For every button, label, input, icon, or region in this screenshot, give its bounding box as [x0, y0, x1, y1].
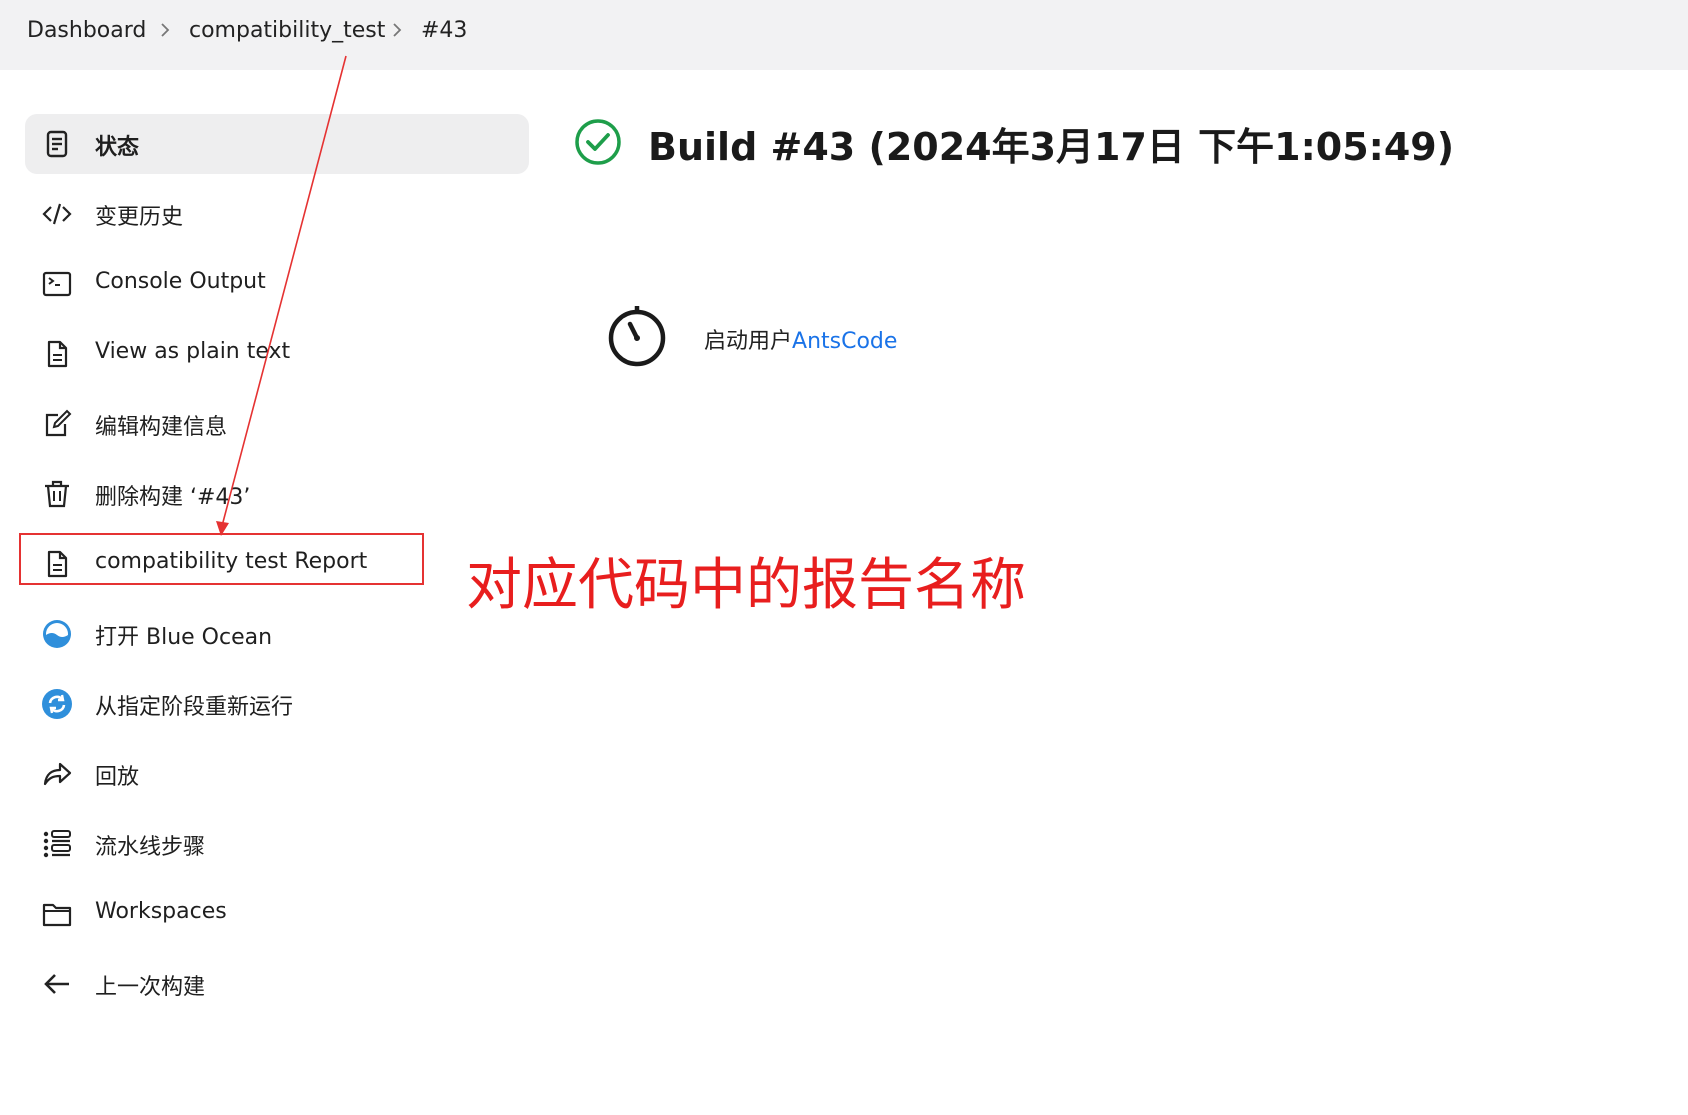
- document-icon: [46, 130, 68, 158]
- chevron-right-icon: [161, 23, 170, 37]
- breadcrumb-dashboard[interactable]: Dashboard: [27, 18, 146, 43]
- sidebar-item-label: 从指定阶段重新运行: [95, 695, 294, 720]
- list-icon: [43, 830, 71, 858]
- sidebar-item-edit-build-info[interactable]: 编辑构建信息: [25, 394, 529, 454]
- sidebar-item-previous-build[interactable]: 上一次构建: [25, 954, 529, 1014]
- breadcrumb-build[interactable]: #43: [421, 18, 467, 43]
- blue-ocean-icon: [43, 620, 71, 648]
- sidebar-item-delete-build[interactable]: 删除构建 ‘#43’: [25, 464, 529, 524]
- sidebar-item-label: 回放: [95, 765, 140, 790]
- sidebar-item-label: 打开 Blue Ocean: [95, 625, 273, 650]
- sidebar-item-label: 状态: [95, 135, 140, 160]
- sidebar-item-replay[interactable]: 回放: [25, 744, 529, 804]
- sidebar-item-pipeline-steps[interactable]: 流水线步骤: [25, 814, 529, 874]
- chevron-right-icon: [393, 23, 402, 37]
- sidebar-item-label: Workspaces: [95, 899, 227, 924]
- file-text-icon: [47, 340, 68, 368]
- sidebar-item-label: 变更历史: [95, 205, 184, 230]
- code-icon: [42, 203, 72, 225]
- sidebar-item-changes[interactable]: 变更历史: [25, 184, 529, 244]
- trash-icon: [45, 480, 69, 508]
- sidebar-item-label: 流水线步骤: [95, 835, 206, 860]
- restart-icon: [42, 689, 72, 719]
- started-by-text: 启动用户AntsCode: [704, 323, 897, 355]
- sidebar-item-workspaces[interactable]: Workspaces: [25, 884, 529, 944]
- sidebar-item-label: View as plain text: [95, 339, 291, 364]
- arrow-left-icon: [44, 974, 69, 994]
- folder-icon: [42, 903, 72, 927]
- sidebar-item-restart-stage[interactable]: 从指定阶段重新运行: [25, 674, 529, 734]
- annotation-highlight-box: [19, 533, 424, 585]
- sidebar-item-blue-ocean[interactable]: 打开 Blue Ocean: [25, 604, 529, 664]
- timer-icon: [608, 306, 666, 367]
- sidebar-item-label: 删除构建 ‘#43’: [95, 485, 251, 510]
- success-check-icon: [575, 119, 621, 165]
- started-by-prefix: 启动用户: [704, 329, 793, 354]
- sidebar-item-label: Console Output: [95, 269, 266, 294]
- breadcrumb: Dashboard compatibility_test #43: [0, 0, 1688, 70]
- sidebar-item-label: 上一次构建: [95, 975, 206, 1000]
- sidebar-item-console-output[interactable]: Console Output: [25, 254, 529, 314]
- sidebar-item-label: 编辑构建信息: [95, 415, 228, 440]
- sidebar-item-plain-text[interactable]: View as plain text: [25, 324, 529, 384]
- annotation-text: 对应代码中的报告名称: [466, 553, 1026, 618]
- breadcrumb-job[interactable]: compatibility_test: [189, 18, 385, 43]
- edit-icon: [45, 409, 72, 437]
- replay-icon: [43, 762, 72, 786]
- page-title: Build #43 (2024年3月17日 下午1:05:49): [648, 125, 1455, 169]
- sidebar-item-status[interactable]: 状态: [25, 114, 529, 174]
- terminal-icon: [42, 271, 72, 297]
- user-link[interactable]: AntsCode: [792, 329, 897, 354]
